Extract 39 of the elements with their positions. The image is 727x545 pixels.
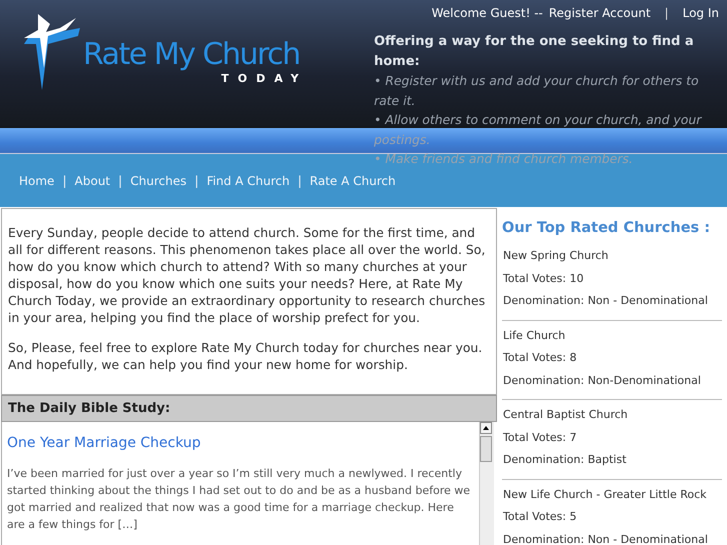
church-name: Central Baptist Church [503, 407, 629, 422]
logo-title: Rate My Church [83, 38, 300, 72]
church-votes: Total Votes: 10 [503, 270, 585, 286]
church-votes: Total Votes: 8 [503, 350, 578, 365]
tagline-heading: Offering a way for the one seeking to find a home: [374, 33, 695, 70]
nav-link[interactable]: Churches [130, 174, 186, 188]
welcome-text: Welcome Guest! -- [432, 6, 543, 20]
intro-paragraph: Every Sunday, people decide to attend church. Some for the first time, and all for different reasons. This phenomenon takes place all over the world. So, how do you know which church to attend? With so many churches at your disposal, how do you know which one suits your needs? Here, at Rate My Church Today, we provide an extraordinary opportunity to research churches in your area, helping you find the place of worship prefect for you. [8, 224, 486, 326]
nav-link[interactable]: About [74, 174, 110, 188]
church-denomination: Denomination: Non-Denominational [503, 372, 702, 388]
church-name: New Life Church - Greater Little Rock [503, 486, 708, 502]
tagline-point: • Make friends and find church members. [374, 150, 634, 168]
tagline-point: • Register with us and add your church for others to rate it. [374, 72, 700, 110]
nav-separator: | [194, 173, 199, 188]
church-name: New Spring Church [503, 248, 610, 263]
post-title-link[interactable]: One Year Marriage Checkup [7, 435, 474, 451]
nav-separator: | [62, 173, 67, 188]
section-heading: The Daily Bible Study: [1, 395, 497, 422]
nav-link[interactable]: Rate A Church [310, 174, 396, 188]
register-link[interactable]: Register Account [548, 6, 651, 20]
sidebar-heading: Our Top Rated Churches : [502, 220, 712, 236]
intro-paragraph: So, Please, feel free to explore Rate My Church today for churches near you. And hopefully, we can help you find your new home for worship. [8, 339, 484, 373]
post-excerpt: I’ve been married for just over a year so I’m still very much a newlywed. I recently started thinking about the things I had set out to do and be as a husband before we got married and realized that now was a good time for a marriage checkup. Here are a few things for […] [7, 466, 472, 533]
church-votes: Total Votes: 5 [503, 509, 578, 524]
nav-separator: | [298, 173, 302, 188]
church-denomination: Denomination: Non - Denominational [503, 293, 709, 308]
church-votes: Total Votes: 7 [503, 430, 578, 444]
church-name: Life Church [503, 328, 566, 342]
nav-separator: | [118, 173, 122, 188]
separator: | [664, 6, 669, 20]
church-denomination: Denomination: Baptist [503, 452, 628, 467]
church-denomination: Denomination: Non - Denominational [503, 532, 709, 545]
scroll-thumb[interactable] [480, 436, 492, 462]
scroll-up-icon [483, 426, 489, 430]
nav-link[interactable]: Home [19, 174, 54, 188]
login-link[interactable]: Log In [682, 6, 719, 20]
logo-subtitle: TODAY [221, 72, 308, 85]
tagline-point: • Allow others to comment on your church, and your postings. [374, 111, 703, 149]
nav-link[interactable]: Find A Church [206, 174, 290, 188]
